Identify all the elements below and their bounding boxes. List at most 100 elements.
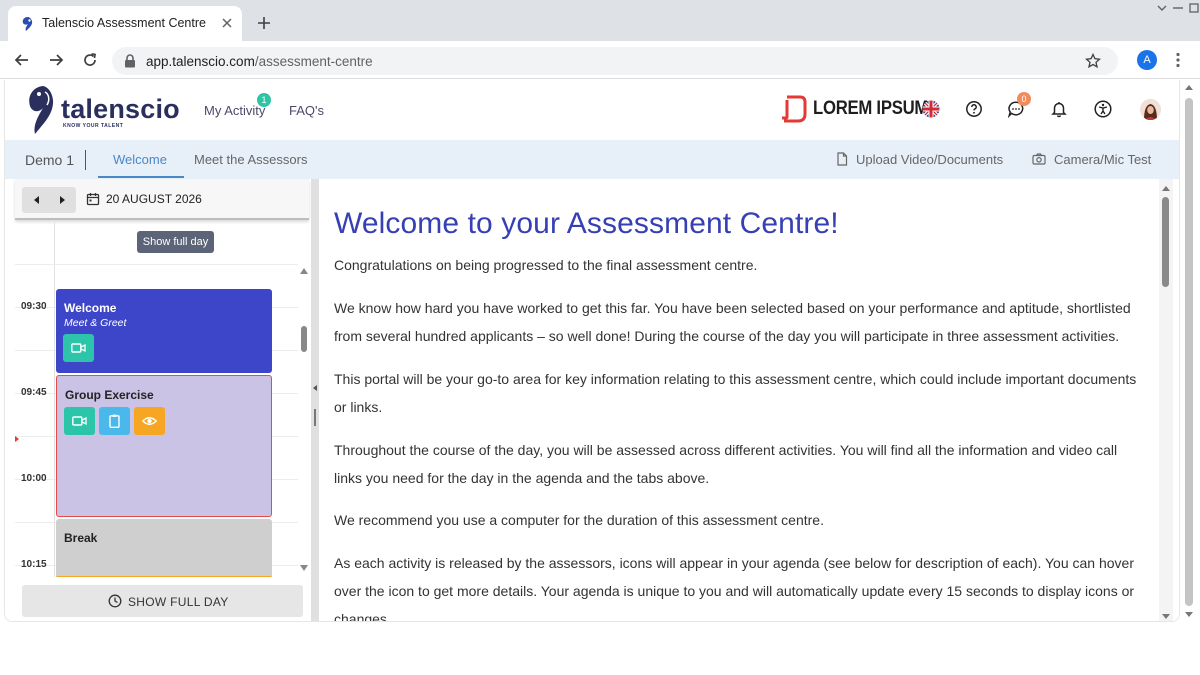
video-icon: [72, 416, 87, 426]
browser-profile-avatar[interactable]: A: [1137, 50, 1157, 70]
panel-splitter[interactable]: [311, 179, 319, 621]
agenda-scroll-up-icon[interactable]: [300, 267, 308, 275]
browser-toolbar: app.talenscio.com/assessment-centre A: [0, 41, 1200, 79]
active-tab-indicator: [98, 176, 184, 178]
scroll-up-icon[interactable]: [1162, 185, 1170, 193]
agenda-timeline: Show full day 09:30 09:45 10:00 10:15 We…: [15, 222, 309, 577]
agenda-panel: 20 AUGUST 2026 Show full day 09:30 09:45…: [5, 179, 320, 621]
page-scrollbar[interactable]: [1182, 80, 1196, 622]
tab-welcome[interactable]: Welcome: [113, 152, 167, 167]
date-bar: 20 AUGUST 2026: [15, 179, 309, 220]
tab-search-icon[interactable]: [1156, 3, 1168, 13]
observer-button[interactable]: [134, 407, 165, 435]
minimize-icon[interactable]: [1172, 3, 1184, 13]
event-subtitle: Meet & Greet: [64, 317, 127, 329]
help-icon[interactable]: [965, 100, 983, 118]
upload-video-documents-link[interactable]: Upload Video/Documents: [856, 152, 1003, 167]
scroll-down-icon[interactable]: [1162, 612, 1170, 620]
next-event-edge: [56, 576, 272, 577]
gridline: [15, 264, 298, 265]
event-break[interactable]: Break: [56, 519, 272, 577]
talenscio-logo-icon[interactable]: [25, 84, 57, 136]
page-scrollbar-thumb[interactable]: [1185, 98, 1193, 606]
content-scrollbar[interactable]: [1159, 179, 1173, 621]
url-text: app.talenscio.com/assessment-centre: [146, 54, 373, 69]
logo-wordmark[interactable]: talenscio: [61, 94, 180, 125]
calendar-icon[interactable]: [86, 192, 100, 206]
demo-label: Demo 1: [25, 152, 75, 168]
browser-tab[interactable]: Talenscio Assessment Centre: [8, 6, 242, 41]
tab-meet-the-assessors[interactable]: Meet the Assessors: [194, 152, 307, 167]
eye-icon: [142, 417, 157, 425]
event-welcome[interactable]: Welcome Meet & Greet: [56, 289, 272, 373]
welcome-content: Welcome to your Assessment Centre! Congr…: [321, 179, 1179, 622]
next-day-icon[interactable]: [58, 196, 66, 204]
paragraph: As each activity is released by the asse…: [334, 555, 1135, 622]
time-column-divider: [54, 222, 55, 577]
forward-arrow-icon[interactable]: [48, 52, 64, 68]
app-page: talenscio KNOW YOUR TALENT My Activity 1…: [4, 80, 1180, 622]
show-full-day-pill[interactable]: Show full day: [137, 231, 214, 253]
my-activity-badge: 1: [257, 93, 271, 107]
time-label: 09:45: [21, 387, 47, 398]
page-scroll-down-icon[interactable]: [1185, 610, 1193, 618]
page-viewport: talenscio KNOW YOUR TALENT My Activity 1…: [0, 80, 1200, 675]
time-label: 10:15: [21, 559, 47, 570]
lock-icon[interactable]: [124, 54, 136, 68]
time-label: 09:30: [21, 301, 47, 312]
video-call-button[interactable]: [63, 334, 94, 362]
event-title: Group Exercise: [65, 388, 154, 402]
event-group-exercise[interactable]: Group Exercise: [56, 375, 272, 517]
uk-flag-icon[interactable]: [922, 100, 940, 118]
event-title: Break: [64, 531, 98, 545]
previous-day-icon[interactable]: [33, 196, 41, 204]
paragraph: We recommend you use a computer for the …: [334, 512, 824, 528]
event-title: Welcome: [64, 301, 117, 315]
new-tab-icon[interactable]: [256, 15, 272, 31]
client-logo-icon: [782, 95, 807, 123]
chat-badge: 0: [1017, 92, 1031, 106]
close-tab-icon[interactable]: [220, 16, 234, 30]
maximize-icon[interactable]: [1188, 3, 1200, 13]
video-icon: [71, 343, 86, 353]
agenda-scrollbar-thumb[interactable]: [301, 326, 307, 352]
logo-tagline: KNOW YOUR TALENT: [63, 123, 124, 129]
agenda-date[interactable]: 20 AUGUST 2026: [106, 192, 202, 206]
talenscio-favicon-icon: [22, 17, 33, 31]
current-time-marker: [15, 436, 19, 442]
video-call-button[interactable]: [64, 407, 95, 435]
camera-mic-test-link[interactable]: Camera/Mic Test: [1054, 152, 1151, 167]
app-header: talenscio KNOW YOUR TALENT My Activity 1…: [5, 80, 1179, 138]
content-scrollbar-thumb[interactable]: [1162, 197, 1169, 287]
paragraph: Congratulations on being progressed to t…: [334, 257, 758, 273]
back-arrow-icon[interactable]: [14, 52, 30, 68]
document-icon[interactable]: [835, 152, 849, 166]
show-full-day-label: SHOW FULL DAY: [128, 595, 229, 609]
paragraph: This portal will be your go-to area for …: [334, 371, 1137, 415]
time-label: 10:00: [21, 473, 47, 484]
accessibility-icon[interactable]: [1094, 100, 1112, 118]
paragraph: Throughout the course of the day, you wi…: [334, 442, 1118, 486]
page-title: Welcome to your Assessment Centre!: [334, 207, 839, 240]
agenda-scroll-down-icon[interactable]: [300, 564, 308, 572]
camera-icon[interactable]: [1032, 152, 1046, 166]
user-avatar[interactable]: [1140, 99, 1161, 120]
documents-button[interactable]: [99, 407, 130, 435]
page-scroll-up-icon[interactable]: [1185, 84, 1193, 92]
splitter-grip[interactable]: [314, 409, 316, 426]
collapse-arrow-icon[interactable]: [313, 385, 318, 391]
paragraph: We know how hard you have worked to get …: [334, 300, 1131, 344]
nav-faqs[interactable]: FAQ's: [289, 103, 324, 118]
client-logo-text: LOREM IPSUM: [813, 98, 929, 119]
browser-menu-icon[interactable]: [1176, 52, 1180, 68]
reload-icon[interactable]: [82, 52, 98, 68]
address-bar[interactable]: app.talenscio.com/assessment-centre: [112, 47, 1118, 75]
browser-tab-strip: Talenscio Assessment Centre: [0, 0, 1200, 41]
divider: [85, 150, 86, 170]
bookmark-star-icon[interactable]: [1085, 53, 1101, 69]
date-navigator: [22, 187, 76, 213]
nav-my-activity[interactable]: My Activity: [204, 103, 265, 118]
clock-icon: [108, 594, 122, 608]
show-full-day-button[interactable]: SHOW FULL DAY: [22, 585, 303, 617]
bell-icon[interactable]: [1050, 100, 1068, 118]
